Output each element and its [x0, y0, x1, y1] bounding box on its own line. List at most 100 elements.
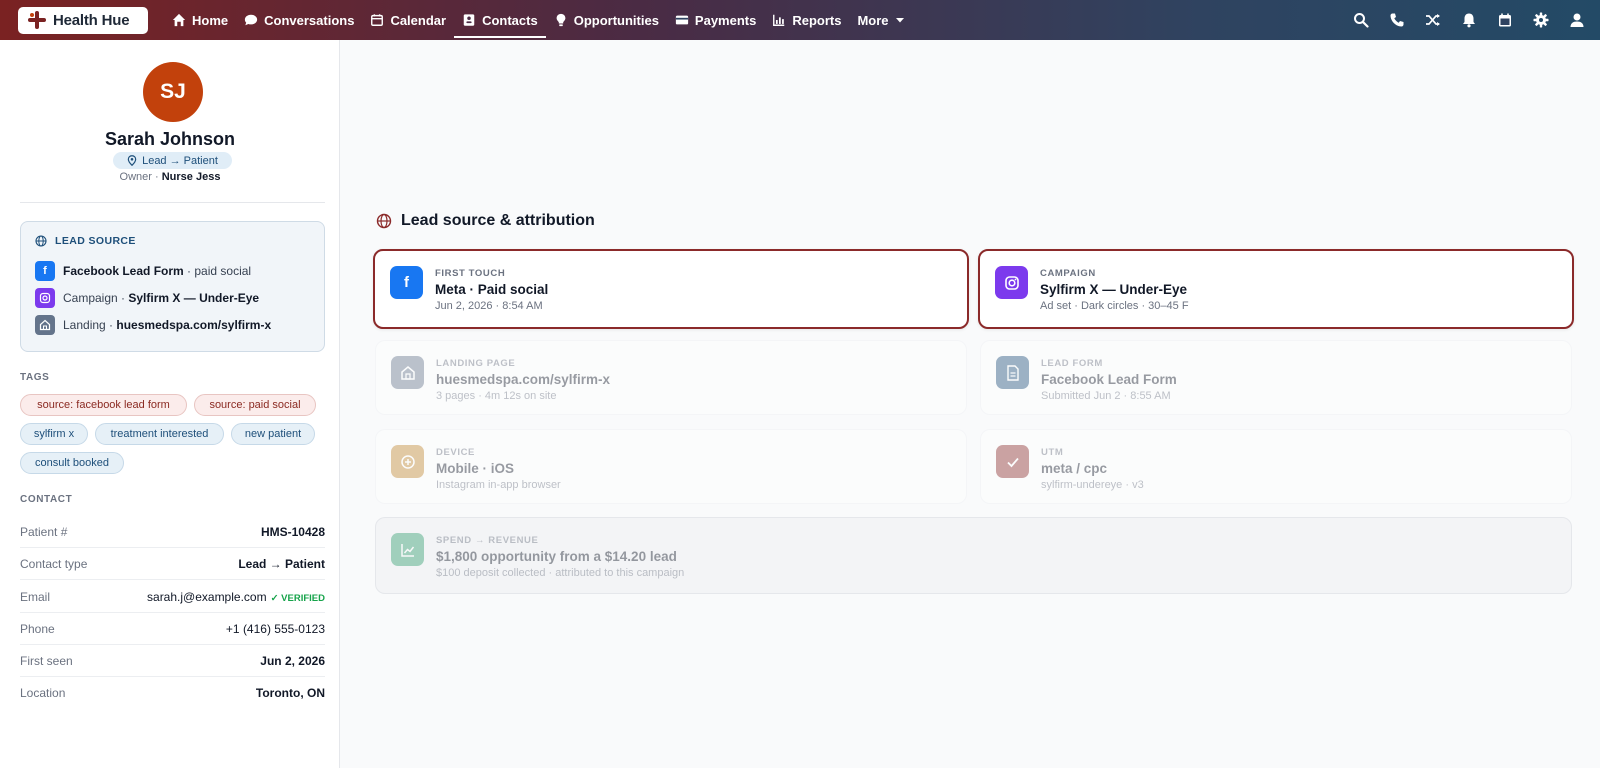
utm-card[interactable]: UTM meta / cpc sylfirm-undereye · v3 — [980, 429, 1572, 504]
row-key: Location — [20, 686, 66, 700]
globe-icon — [376, 213, 392, 229]
divider — [20, 202, 325, 203]
facebook-icon: f — [35, 261, 55, 281]
plus-circle-icon — [391, 445, 424, 478]
lead-form-name: Facebook Lead Form — [63, 264, 184, 278]
card-subtext: Ad set · Dark circles · 30–45 F — [1040, 300, 1189, 312]
device-card[interactable]: DEVICE Mobile · iOS Instagram in-app bro… — [375, 429, 967, 504]
card-label: FIRST TOUCH — [435, 268, 506, 279]
card-label: SPEND → REVENUE — [436, 535, 539, 546]
tag-chip[interactable]: source: facebook lead form — [20, 394, 187, 416]
row-key: Phone — [20, 621, 55, 636]
card-subtext: sylfirm-undereye · v3 — [1041, 479, 1144, 491]
card-label: LANDING PAGE — [436, 358, 516, 369]
nav-calendar-label: Calendar — [390, 12, 447, 28]
contact-row-email: Email sarah.j@example.com ✓ VERIFIED — [20, 581, 325, 613]
nav-reports[interactable]: Reports — [764, 0, 849, 40]
globe-icon — [35, 235, 47, 247]
nav-more-label: More — [857, 12, 889, 28]
nav-home[interactable]: Home — [164, 0, 236, 40]
campaign-prefix: Campaign · — [63, 291, 126, 305]
lead-source-landing-row: Landing · huesmedspa.com/sylfirm-x — [35, 315, 271, 335]
shuffle-icon[interactable] — [1423, 11, 1442, 30]
landing-prefix: Landing · — [63, 318, 114, 332]
tag-chip[interactable]: treatment interested — [95, 423, 224, 445]
nav-more-dropdown[interactable]: More — [849, 0, 912, 40]
phone-value[interactable]: +1 (416) 555-0123 — [226, 622, 325, 636]
tag-chip[interactable]: sylfirm x — [20, 423, 88, 445]
check-icon — [996, 445, 1029, 478]
campaign-name: Sylfirm X — Under-Eye — [128, 291, 260, 305]
lead-source-form-row: f Facebook Lead Form · paid social — [35, 261, 251, 281]
row-key: Patient # — [20, 524, 68, 539]
campaign-card[interactable]: CAMPAIGN Sylfirm X — Under-Eye Ad set · … — [978, 249, 1574, 329]
chart-icon — [391, 533, 424, 566]
first-touch-card[interactable]: f FIRST TOUCH Meta · Paid social Jun 2, … — [373, 249, 969, 329]
facebook-icon: f — [390, 266, 423, 299]
card-value: Sylfirm X — Under-Eye — [1040, 282, 1188, 297]
row-value: Jun 2, 2026 — [260, 653, 325, 668]
credit-card-icon — [675, 15, 689, 25]
chevron-down-icon — [895, 18, 904, 23]
contact-card-icon — [463, 14, 475, 26]
nav-calendar[interactable]: Calendar — [362, 0, 454, 40]
nav-opportunities[interactable]: Opportunities — [546, 0, 667, 40]
calendar-icon — [371, 14, 384, 26]
top-icon-bar — [1351, 0, 1586, 40]
brand-logo[interactable]: Health Hue — [18, 6, 148, 34]
nav-contacts[interactable]: Contacts — [454, 0, 546, 40]
home-icon — [35, 315, 55, 335]
owner-line: Owner · Nurse Jess — [0, 171, 340, 183]
bar-chart-icon — [773, 14, 785, 26]
row-value: Toronto, ON — [255, 686, 325, 700]
email-value[interactable]: sarah.j@example.com — [147, 590, 267, 604]
contact-row-phone: Phone +1 (416) 555-0123 — [20, 613, 325, 645]
row-value: HMS-10428 — [260, 524, 325, 539]
nav-payments[interactable]: Payments — [667, 0, 764, 40]
spend-revenue-card[interactable]: SPEND → REVENUE $1,800 opportunity from … — [375, 517, 1572, 594]
attribution-title: Lead source & attribution — [401, 212, 595, 229]
tags-heading: TAGS — [20, 372, 50, 383]
row-key: Email — [20, 589, 51, 604]
phone-icon[interactable] — [1387, 11, 1406, 30]
card-label: LEAD FORM — [1041, 358, 1103, 369]
gear-icon[interactable] — [1531, 11, 1550, 30]
card-label: CAMPAIGN — [1040, 268, 1096, 279]
landing-page-card[interactable]: LANDING PAGE huesmedspa.com/sylfirm-x 3 … — [375, 340, 967, 415]
lead-source-box: LEAD SOURCE f Facebook Lead Form · paid … — [20, 221, 325, 352]
nav-opportunities-label: Opportunities — [573, 12, 659, 28]
attribution-heading: Lead source & attribution — [376, 212, 595, 230]
calendar-icon[interactable] — [1495, 11, 1514, 30]
avatar: SJ — [143, 62, 203, 122]
nav-conversations-label: Conversations — [264, 12, 355, 28]
card-value: Facebook Lead Form — [1041, 372, 1177, 387]
contact-row-patient-number: Patient # HMS-10428 — [20, 516, 325, 548]
lead-source-title: LEAD SOURCE — [55, 235, 136, 247]
contact-heading: CONTACT — [20, 494, 73, 505]
card-value: meta / cpc — [1041, 461, 1108, 476]
user-icon[interactable] — [1567, 11, 1586, 30]
logo-mark-icon — [27, 10, 47, 30]
tag-chip[interactable]: new patient — [231, 423, 315, 445]
nav-payments-label: Payments — [694, 12, 757, 28]
search-icon[interactable] — [1351, 11, 1370, 30]
tag-chip[interactable]: consult booked — [20, 452, 124, 474]
row-key: First seen — [20, 653, 73, 668]
location-pin-icon — [127, 155, 137, 166]
bell-icon[interactable] — [1459, 11, 1478, 30]
contact-row-location: Location Toronto, ON — [20, 677, 325, 709]
owner-name: Nurse Jess — [161, 171, 221, 183]
home-icon — [172, 13, 186, 27]
card-subtext: Instagram in-app browser — [436, 479, 561, 491]
verified-badge: ✓ VERIFIED — [270, 592, 325, 604]
instagram-icon — [995, 266, 1028, 299]
status-label: Lead → Patient — [142, 154, 218, 167]
contact-sidebar: SJ Sarah Johnson Lead → Patient Owner · … — [0, 40, 340, 768]
tag-chip[interactable]: source: paid social — [194, 394, 316, 416]
nav-conversations[interactable]: Conversations — [236, 0, 362, 40]
status-badge: Lead → Patient — [113, 152, 232, 169]
chat-bubble-icon — [245, 14, 258, 26]
top-navigation-bar: Health Hue Home Conversations Calendar C… — [0, 0, 1600, 40]
card-subtext: Submitted Jun 2 · 8:55 AM — [1041, 390, 1171, 402]
lead-form-card[interactable]: LEAD FORM Facebook Lead Form Submitted J… — [980, 340, 1572, 415]
